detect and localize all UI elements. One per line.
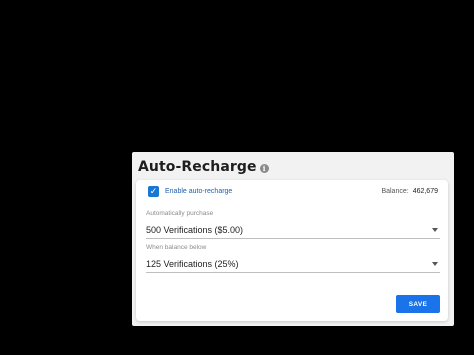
chevron-down-icon[interactable] (432, 228, 438, 232)
purchase-amount-label: Automatically purchase (146, 210, 214, 217)
threshold-select[interactable]: 125 Verifications (25%) (146, 256, 440, 273)
threshold-label: When balance below (146, 244, 207, 251)
purchase-amount-select[interactable]: 500 Verifications ($5.00) (146, 222, 440, 239)
enable-auto-recharge-label[interactable]: Enable auto-recharge (165, 188, 232, 195)
balance-value: 462,679 (412, 188, 438, 195)
threshold-value: 125 Verifications (25%) (146, 259, 239, 269)
auto-recharge-panel: Auto-Recharge i ✓ Enable auto-recharge B… (132, 152, 454, 326)
enable-auto-recharge-checkbox[interactable]: ✓ (148, 186, 159, 197)
screen: Auto-Recharge i ✓ Enable auto-recharge B… (0, 0, 474, 355)
save-button[interactable]: SAVE (396, 295, 440, 313)
chevron-down-icon[interactable] (432, 262, 438, 266)
balance-display: Balance: 462,679 (381, 188, 438, 195)
info-icon[interactable]: i (259, 163, 269, 173)
enable-auto-recharge-row[interactable]: ✓ Enable auto-recharge (148, 186, 232, 197)
balance-label: Balance: (381, 188, 409, 195)
panel-title: Auto-Recharge (138, 159, 257, 175)
panel-header: Auto-Recharge i (138, 156, 269, 178)
settings-card: ✓ Enable auto-recharge Balance: 462,679 A… (136, 180, 448, 321)
purchase-amount-value: 500 Verifications ($5.00) (146, 225, 244, 235)
